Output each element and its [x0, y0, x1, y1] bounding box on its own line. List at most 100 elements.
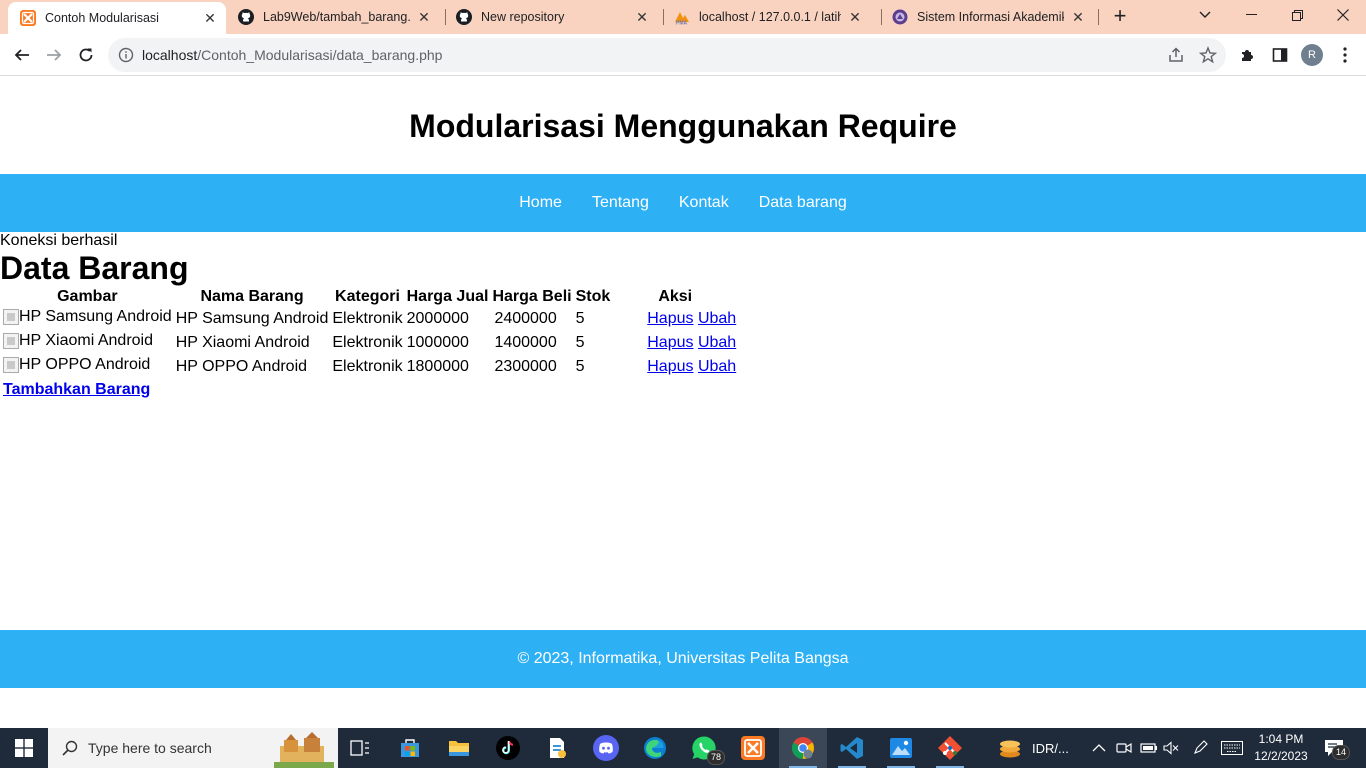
cell-harga-beli: 2300000: [494, 358, 557, 375]
ubah-link[interactable]: Ubah: [698, 358, 736, 375]
close-tab-icon[interactable]: ✕: [847, 9, 863, 26]
cell-kategori: Elektronik: [332, 358, 403, 375]
cell-aksi: Hapus Ubah: [613, 356, 737, 378]
cell-harga-jual: 1800000: [406, 358, 469, 375]
column-header: Gambar: [57, 288, 118, 305]
chrome-taskbar-icon[interactable]: [779, 728, 827, 768]
broken-image-icon: [3, 333, 19, 349]
tab-phpmyadmin[interactable]: PMA localhost / 127.0.0.1 / latihan ✕: [674, 0, 874, 34]
volume-muted-icon[interactable]: [1163, 728, 1179, 768]
web-page: Modularisasi Menggunakan Require Home Te…: [0, 77, 1366, 728]
hapus-link[interactable]: Hapus: [647, 310, 693, 327]
column-header: Harga Jual: [406, 288, 489, 305]
close-tab-icon[interactable]: ✕: [1070, 9, 1086, 26]
nav-data-barang[interactable]: Data barang: [759, 194, 847, 212]
microsoft-store-icon[interactable]: [386, 728, 434, 768]
taskbar-search-box[interactable]: Type here to search: [48, 728, 338, 768]
site-footer: © 2023, Informatika, Universitas Pelita …: [0, 630, 1366, 688]
image-alt-text: HP OPPO Android: [19, 356, 151, 373]
nav-kontak[interactable]: Kontak: [679, 194, 729, 212]
column-header: Stok: [575, 288, 611, 305]
whatsapp-badge: 78: [706, 750, 725, 765]
file-explorer-icon[interactable]: [435, 728, 483, 768]
nav-tentang[interactable]: Tentang: [592, 194, 649, 212]
address-bar[interactable]: localhost/Contoh_Modularisasi/data_baran…: [108, 38, 1226, 72]
reload-button[interactable]: [72, 41, 100, 69]
git-gui-icon[interactable]: [926, 728, 974, 768]
close-tab-icon[interactable]: ✕: [634, 9, 650, 26]
table-row: HP Samsung Android HP Samsung Android El…: [2, 308, 737, 330]
data-barang-table: Gambar Nama Barang Kategori Harga Jual H…: [0, 286, 739, 380]
restore-button[interactable]: [1274, 0, 1320, 30]
clock-date: 12/2/2023: [1254, 749, 1308, 763]
search-highlight-icon: [274, 732, 334, 768]
url-host: localhost: [142, 47, 198, 63]
tab-title: Contoh Modularisasi: [45, 11, 159, 25]
tab-strip: Contoh Modularisasi ✕ Lab9Web/tambah_bar…: [0, 0, 1366, 34]
nav-home[interactable]: Home: [519, 194, 562, 212]
edge-icon[interactable]: [631, 728, 679, 768]
tambahkan-barang-link[interactable]: Tambahkan Barang: [3, 381, 150, 399]
tab-contoh-modularisasi[interactable]: Contoh Modularisasi ✕: [8, 2, 226, 34]
tab-new-repository[interactable]: New repository ✕: [456, 0, 656, 34]
info-icon[interactable]: [118, 47, 134, 63]
back-button[interactable]: [8, 41, 36, 69]
show-hidden-icons[interactable]: [1092, 728, 1106, 768]
cell-stok: 5: [575, 334, 585, 351]
table-row: HP Xiaomi Android HP Xiaomi Android Elek…: [2, 332, 737, 354]
cell-kategori: Elektronik: [332, 334, 403, 351]
new-tab-button[interactable]: +: [1108, 4, 1132, 28]
site-title: Modularisasi Menggunakan Require: [409, 107, 957, 144]
hapus-link[interactable]: Hapus: [647, 334, 693, 351]
column-header: Harga Beli: [492, 288, 572, 305]
tiktok-icon[interactable]: [484, 728, 532, 768]
touch-keyboard-icon[interactable]: [1221, 728, 1243, 768]
windows-start-icon[interactable]: [0, 728, 48, 768]
table-row: HP OPPO Android HP OPPO Android Elektron…: [2, 356, 737, 378]
cell-harga-beli: 1400000: [494, 334, 557, 351]
forward-button[interactable]: [40, 41, 68, 69]
ubah-link[interactable]: Ubah: [698, 334, 736, 351]
close-tab-icon[interactable]: ✕: [202, 10, 218, 27]
search-icon: [62, 740, 78, 756]
bookmark-star-icon[interactable]: [1198, 46, 1218, 64]
minimize-button[interactable]: [1228, 0, 1274, 30]
profile-avatar[interactable]: R: [1301, 44, 1323, 66]
notifications-badge: 14: [1331, 745, 1350, 760]
currency-widget[interactable]: IDR/...: [998, 728, 1069, 768]
tab-title: Lab9Web/tambah_barang.php: [263, 10, 410, 24]
side-panel-icon[interactable]: [1270, 45, 1290, 65]
broken-image: HP Samsung Android: [3, 309, 172, 325]
discord-icon[interactable]: [582, 728, 630, 768]
broken-image-icon: [3, 309, 19, 325]
task-view-icon[interactable]: [336, 728, 384, 768]
photos-icon[interactable]: [877, 728, 925, 768]
main-content: Koneksi berhasil Data Barang Gambar Nama…: [0, 232, 1366, 399]
whatsapp-icon[interactable]: 78: [680, 728, 728, 768]
close-tab-icon[interactable]: ✕: [416, 9, 432, 26]
cell-harga-jual: 1000000: [406, 334, 469, 351]
cell-nama-barang: HP Samsung Android: [175, 310, 329, 327]
tab-search-chevron-icon[interactable]: [1182, 0, 1228, 30]
pen-icon[interactable]: [1192, 728, 1208, 768]
image-alt-text: HP Samsung Android: [19, 308, 172, 325]
taskbar-clock[interactable]: 1:04 PM 12/2/2023: [1250, 731, 1312, 765]
meet-now-icon[interactable]: [1116, 728, 1132, 768]
file-manager-icon[interactable]: [533, 728, 581, 768]
battery-icon[interactable]: [1140, 728, 1158, 768]
share-icon[interactable]: [1167, 46, 1185, 64]
url-path: /Contoh_Modularisasi/data_barang.php: [197, 47, 443, 63]
tab-sistem-informasi-akademik[interactable]: Sistem Informasi Akademik ✕: [892, 0, 1092, 34]
currency-icon: [998, 737, 1022, 759]
xampp-icon: [20, 10, 36, 26]
vscode-icon[interactable]: [828, 728, 876, 768]
kebab-menu-icon[interactable]: [1335, 45, 1355, 65]
ubah-link[interactable]: Ubah: [698, 310, 736, 327]
xampp-taskbar-icon[interactable]: [729, 728, 777, 768]
close-window-button[interactable]: [1320, 0, 1366, 30]
notifications-icon[interactable]: 14: [1324, 728, 1350, 768]
hapus-link[interactable]: Hapus: [647, 358, 693, 375]
tab-github-tambah-barang[interactable]: Lab9Web/tambah_barang.php ✕: [238, 0, 438, 34]
github-icon: [456, 9, 472, 25]
extensions-icon[interactable]: [1238, 45, 1258, 65]
